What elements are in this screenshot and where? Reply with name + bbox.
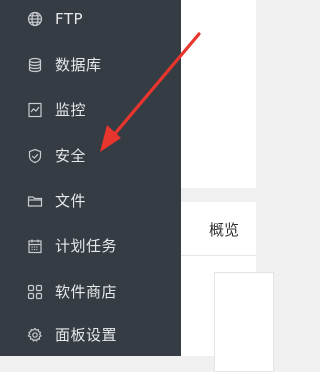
sidebar-item-monitor[interactable]: 监控 (0, 87, 181, 132)
sidebar-item-store[interactable]: 软件商店 (0, 269, 181, 314)
sidebar-item-settings[interactable]: 面板设置 (0, 312, 181, 357)
sidebar-item-label: 软件商店 (55, 283, 118, 301)
monitor-icon (26, 101, 44, 119)
grid-icon (26, 283, 44, 301)
sidebar-item-label: 监控 (55, 101, 87, 119)
content-panel (181, 256, 274, 372)
sidebar: FTP 数据库 监控 安全 文件 计划任务 软件商店 面板设置 (0, 0, 181, 356)
sidebar-item-label: 文件 (55, 192, 87, 210)
sidebar-item-security[interactable]: 安全 (0, 133, 181, 178)
sidebar-item-files[interactable]: 文件 (0, 178, 181, 223)
tab-overview[interactable]: 概览 (209, 219, 239, 240)
database-icon (26, 56, 44, 74)
shield-icon (26, 147, 44, 165)
calendar-icon (26, 237, 44, 255)
content-card (214, 272, 274, 372)
sidebar-item-cron[interactable]: 计划任务 (0, 223, 181, 268)
globe-icon (26, 10, 44, 28)
main-content-top (181, 0, 256, 188)
sidebar-item-database[interactable]: 数据库 (0, 42, 181, 87)
sidebar-item-label: 计划任务 (55, 237, 118, 255)
tab-bar: 概览 (181, 202, 256, 256)
sidebar-item-ftp[interactable]: FTP (0, 0, 181, 41)
sidebar-item-label: 安全 (55, 147, 87, 165)
sidebar-item-label: 数据库 (55, 56, 102, 74)
folder-icon (26, 192, 44, 210)
gear-icon (26, 326, 44, 344)
sidebar-item-label: FTP (55, 9, 84, 28)
sidebar-item-label: 面板设置 (55, 326, 118, 344)
